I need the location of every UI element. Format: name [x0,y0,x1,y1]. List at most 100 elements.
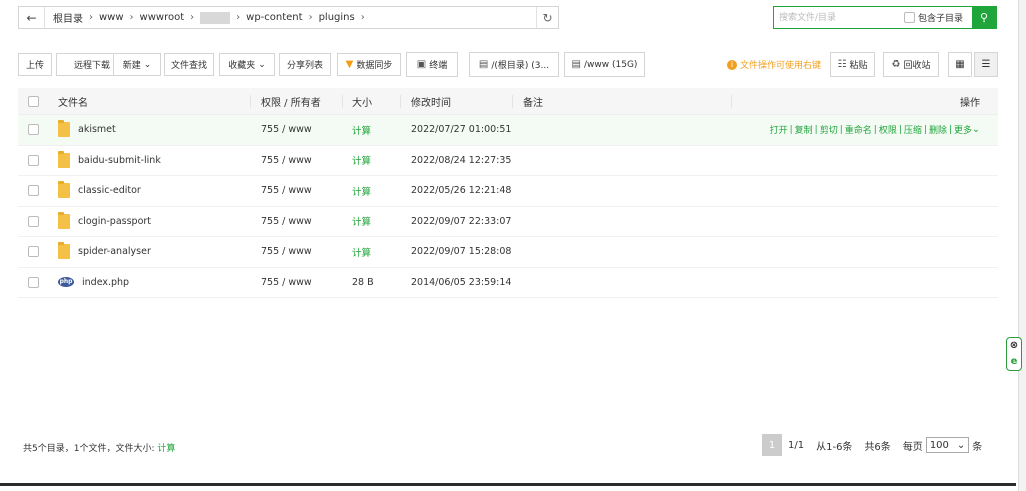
share-list-button[interactable]: 分享列表 [279,53,331,76]
crumb-wp-content[interactable]: wp-content [246,12,302,23]
column-divider [512,95,513,108]
tip-text: 文件操作可使用右键 [740,61,822,71]
row-checkbox[interactable] [28,268,39,298]
per-page-select[interactable]: 100 ⌄ [925,437,970,453]
file-perm[interactable]: 755 / www [261,207,312,237]
trash-icon: ♻ [891,59,901,70]
crumb-plugins[interactable]: plugins [319,12,355,23]
copy-link[interactable]: 复制 [795,123,813,136]
crumb-redacted[interactable] [200,11,231,24]
file-name[interactable]: index.php [82,277,129,288]
info-icon: i [727,59,737,70]
column-divider [342,95,343,108]
favorites-button[interactable]: 收藏夹 ⌄ [219,53,275,76]
table-row[interactable]: baidu-submit-link 755 / www 计算 2022/08/2… [18,146,998,176]
row-checkbox[interactable] [28,146,39,176]
folder-icon [58,150,70,168]
file-name[interactable]: clogin-passport [78,216,151,227]
recycle-bin-button[interactable]: ♻ 回收站 [883,52,939,77]
file-mtime: 2022/09/07 15:28:08 [411,246,512,258]
include-subdir-checkbox[interactable] [904,12,915,23]
table-row[interactable]: spider-analyser 755 / www 计算 2022/09/07 … [18,237,998,268]
header-perm[interactable]: 权限 / 所有者 [261,88,321,114]
chevron-right-icon: › [129,12,134,23]
column-divider [250,95,251,108]
file-size[interactable]: 计算 [352,207,371,237]
file-name[interactable]: spider-analyser [78,246,151,257]
refresh-icon[interactable]: ↻ [536,7,558,28]
more-link[interactable]: 更多 [954,123,972,136]
cut-link[interactable]: 剪切 [820,123,838,136]
file-name[interactable]: baidu-submit-link [78,155,161,166]
row-checkbox[interactable] [28,176,39,206]
table-row[interactable]: akismet 755 / www 计算 2022/07/27 01:00:51… [18,115,998,146]
crumb-www[interactable]: www [99,12,124,23]
search-button[interactable]: ⚲ [972,7,996,28]
scrollbar[interactable] [1018,0,1026,491]
header-name[interactable]: 文件名 [58,88,88,114]
file-perm[interactable]: 755 / www [261,176,312,206]
chevron-right-icon: › [360,12,365,23]
footer-summary: 共5个目录，1个文件，文件大小: 计算 [23,441,175,454]
header-size[interactable]: 大小 [352,88,372,114]
chevron-down-icon: ⌄ [972,124,980,136]
file-size[interactable]: 计算 [352,237,371,267]
upload-button[interactable]: 上传 [18,53,52,76]
file-perm[interactable]: 755 / www [261,268,312,298]
data-sync-button[interactable]: ▼ 数据同步 [337,53,401,76]
search-input[interactable] [774,7,900,28]
delete-link[interactable]: 删除 [929,123,947,136]
file-size[interactable]: 计算 [352,176,371,206]
php-file-icon: php [58,277,74,288]
current-page[interactable]: 1 [762,434,782,456]
select-all-checkbox[interactable] [28,88,39,114]
table-row[interactable]: clogin-passport 755 / www 计算 2022/09/07 … [18,207,998,237]
table-row[interactable]: classic-editor 755 / www 计算 2022/05/26 1… [18,176,998,207]
file-name[interactable]: akismet [78,124,116,135]
file-search-button[interactable]: 文件查找 [164,53,214,76]
file-size[interactable]: 计算 [352,115,371,145]
rename-link[interactable]: 重命名 [845,123,872,136]
back-arrow-icon[interactable]: ← [19,7,45,28]
file-perm[interactable]: 755 / www [261,237,312,267]
calc-size-link[interactable]: 计算 [157,444,175,454]
file-perm[interactable]: 755 / www [261,115,312,145]
grid-view-icon[interactable]: ▦ [948,52,972,77]
floating-widget[interactable]: ⊗ e [1006,337,1022,371]
recycle-label: 回收站 [903,61,931,71]
row-checkbox[interactable] [28,115,39,145]
per-page-label: 每页 [902,441,923,453]
favorites-label: 收藏夹 [228,61,256,71]
disk-www-button[interactable]: ▤/www (15G) [564,52,645,77]
file-perm[interactable]: 755 / www [261,146,312,176]
compress-link[interactable]: 压缩 [904,123,922,136]
file-size[interactable]: 计算 [352,146,371,176]
permission-link[interactable]: 权限 [879,123,897,136]
terminal-label: 终端 [429,61,448,71]
disk-icon: ▤ [478,59,489,70]
row-checkbox[interactable] [28,207,39,237]
path-bar[interactable]: ← 根目录 › www › wwwroot › › wp-content › p… [18,6,559,29]
edge-icon[interactable]: e [1011,356,1018,368]
breadcrumb: 根目录 › www › wwwroot › › wp-content › plu… [45,10,536,25]
crumb-root[interactable]: 根目录 [53,10,83,25]
folder-icon [58,211,70,229]
row-checkbox[interactable] [28,237,39,267]
table-row[interactable]: php index.php 755 / www 28 B 2014/06/05 2… [18,268,998,298]
list-view-icon[interactable]: ☰ [974,52,998,77]
open-link[interactable]: 打开 [770,123,788,136]
paste-button[interactable]: ☷ 粘贴 [830,52,875,77]
crumb-wwwroot[interactable]: wwwroot [140,12,185,23]
include-subdir-toggle[interactable]: 包含子目录 [900,7,972,28]
disk-root-button[interactable]: ▤/(根目录) (3... [469,52,559,77]
new-button[interactable]: 新建 ⌄ [113,53,161,76]
disk-www-label: /www (15G) [584,59,638,70]
close-icon[interactable]: ⊗ [1010,340,1018,352]
file-name[interactable]: classic-editor [78,185,141,196]
file-manager-panel: ← 根目录 › www › wwwroot › › wp-content › p… [0,0,1016,486]
terminal-button[interactable]: ▣ 终端 [406,52,458,77]
disk-root-label: /(根目录) (3... [491,61,550,71]
header-mtime[interactable]: 修改时间 [411,88,451,114]
column-divider [400,95,401,108]
row-actions: 打开 | 复制 | 剪切 | 重命名 | 权限 | 压缩 | 删除 | 更多 ⌄ [769,123,980,137]
